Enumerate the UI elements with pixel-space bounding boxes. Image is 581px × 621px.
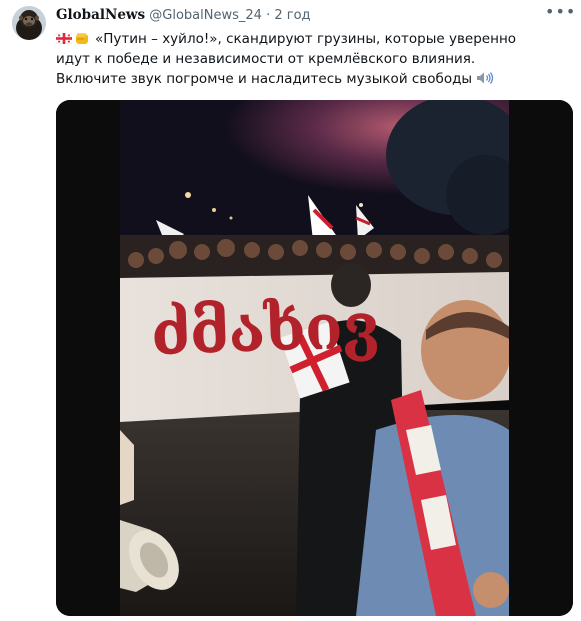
raised-fist-icon (75, 31, 89, 44)
tweet[interactable]: GlobalNews @GlobalNews_24 · 2 год ••• «П… (0, 0, 581, 621)
tweet-header: GlobalNews @GlobalNews_24 · 2 год (56, 7, 541, 25)
display-name[interactable]: GlobalNews (56, 7, 145, 23)
tweet-text-body: «Путин – хуйло!», скандируют грузины, ко… (56, 31, 517, 87)
speaker-icon (476, 71, 494, 85)
avatar-image (12, 6, 46, 40)
user-handle[interactable]: @GlobalNews_24 (149, 8, 262, 23)
protest-banner-text: ძმახივ (149, 289, 380, 370)
avatar[interactable] (12, 6, 46, 40)
video-letterbox-right (509, 100, 573, 616)
more-icon[interactable]: ••• (545, 4, 575, 24)
timestamp[interactable]: 2 год (274, 8, 310, 23)
separator-dot: · (266, 8, 271, 23)
tweet-text: «Путин – хуйло!», скандируют грузины, ко… (55, 29, 534, 89)
georgia-flag-icon (55, 30, 73, 45)
video-letterbox-left (56, 100, 120, 616)
video-media[interactable]: ძმახივ (56, 100, 573, 616)
